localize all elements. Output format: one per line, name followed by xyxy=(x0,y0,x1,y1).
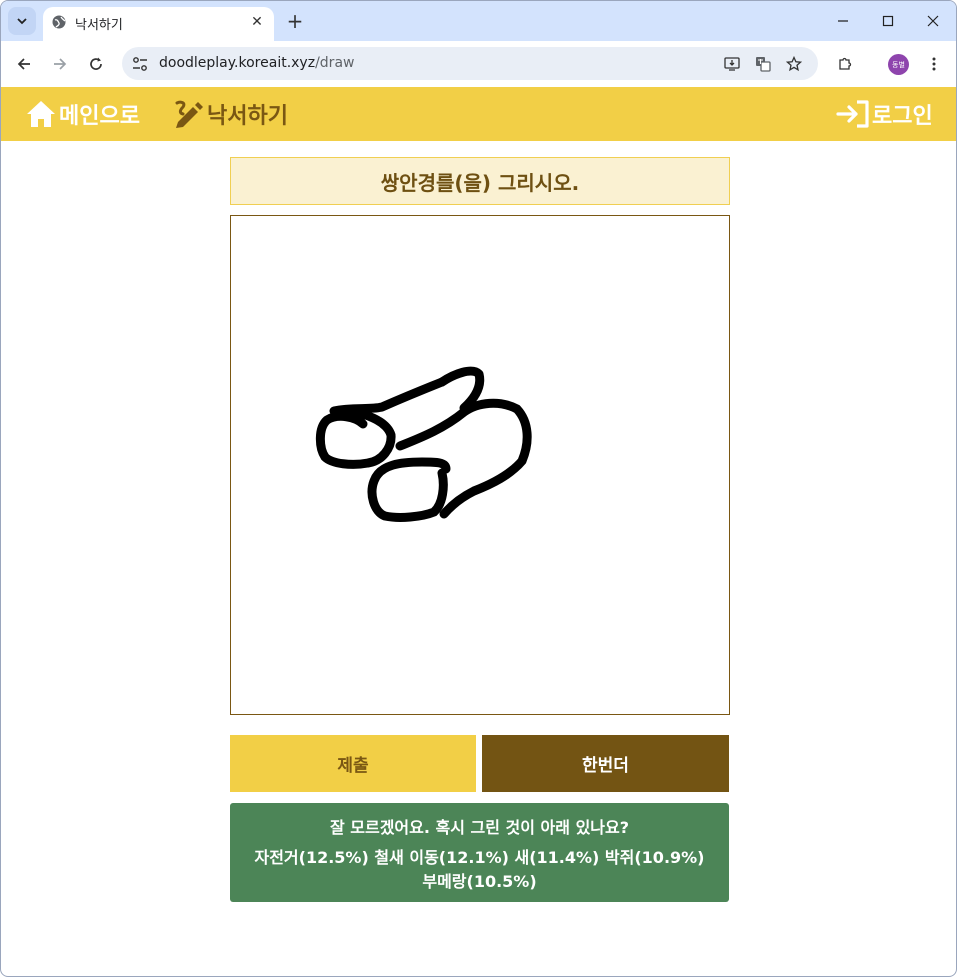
translate-icon[interactable] xyxy=(753,54,773,74)
new-tab-icon[interactable]: + xyxy=(284,9,306,33)
nav-doodle-link[interactable]: 낙서하기 xyxy=(173,97,288,131)
chevron-down-icon xyxy=(17,18,27,25)
site-header: 메인으로 낙서하기 로그인 xyxy=(1,87,956,141)
pencil-icon xyxy=(175,100,203,128)
more-menu-icon[interactable] xyxy=(923,53,945,75)
nav-home-link[interactable]: 메인으로 xyxy=(25,97,140,131)
close-window-icon[interactable] xyxy=(921,9,945,33)
guess-question: 잘 모르겠어요. 혹시 그린 것이 아래 있나요? xyxy=(329,818,630,837)
doodle-stroke-2 xyxy=(329,377,447,416)
submit-button[interactable]: 제출 xyxy=(230,735,476,792)
home-icon xyxy=(27,101,55,127)
retry-button[interactable]: 한번더 xyxy=(482,735,729,792)
back-arrow-icon[interactable] xyxy=(13,53,35,75)
guess-list: 자전거(12.5%) 철새 이동(12.1%) 새(11.4%) 박쥐(10.9… xyxy=(254,848,705,891)
install-app-icon[interactable] xyxy=(722,54,742,74)
tab-title: 낙서하기 xyxy=(75,18,123,33)
nav-login-label: 로그인 xyxy=(872,104,933,129)
drawing-prompt: 쌍안경를(을) 그리시오. xyxy=(230,157,730,205)
nav-doodle-label: 낙서하기 xyxy=(207,104,288,129)
reload-icon[interactable] xyxy=(85,53,107,75)
bookmark-star-icon[interactable] xyxy=(784,54,804,74)
url-host: doodleplay.koreait.xyz xyxy=(159,55,316,71)
close-tab-icon[interactable]: ✕ xyxy=(248,13,266,31)
address-bar[interactable]: doodleplay.koreait.xyz/draw xyxy=(122,47,818,80)
browser-toolbar: doodleplay.koreait.xyz/draw xyxy=(1,41,956,88)
doodle-stroke-5 xyxy=(367,457,451,522)
tab-strip: 낙서하기 ✕ + xyxy=(1,1,956,41)
nav-home-label: 메인으로 xyxy=(59,104,140,129)
drawing-canvas[interactable] xyxy=(230,215,730,715)
nav-login-link[interactable]: 로그인 xyxy=(836,97,933,131)
doodle-stroke-1 xyxy=(315,406,396,469)
minimize-icon[interactable] xyxy=(831,9,855,33)
globe-icon xyxy=(52,15,66,29)
login-icon xyxy=(836,100,869,128)
extensions-icon[interactable] xyxy=(834,53,856,75)
doodle-drawing xyxy=(315,366,532,522)
site-settings-icon[interactable] xyxy=(131,55,149,73)
forward-arrow-icon[interactable] xyxy=(49,53,71,75)
guess-result-panel: 잘 모르겠어요. 혹시 그린 것이 아래 있나요? 자전거(12.5%) 철새 … xyxy=(230,803,729,902)
url-path: /draw xyxy=(315,55,355,71)
maximize-icon[interactable] xyxy=(876,9,900,33)
url-text: doodleplay.koreait.xyz/draw xyxy=(159,55,354,71)
profile-avatar[interactable]: 동별 xyxy=(888,54,909,75)
browser-window: 낙서하기 ✕ + doodleplay.koreait.xyz/draw 동별 … xyxy=(0,0,957,977)
browser-tab[interactable]: 낙서하기 ✕ xyxy=(43,7,274,41)
tab-search-button[interactable] xyxy=(8,7,36,35)
